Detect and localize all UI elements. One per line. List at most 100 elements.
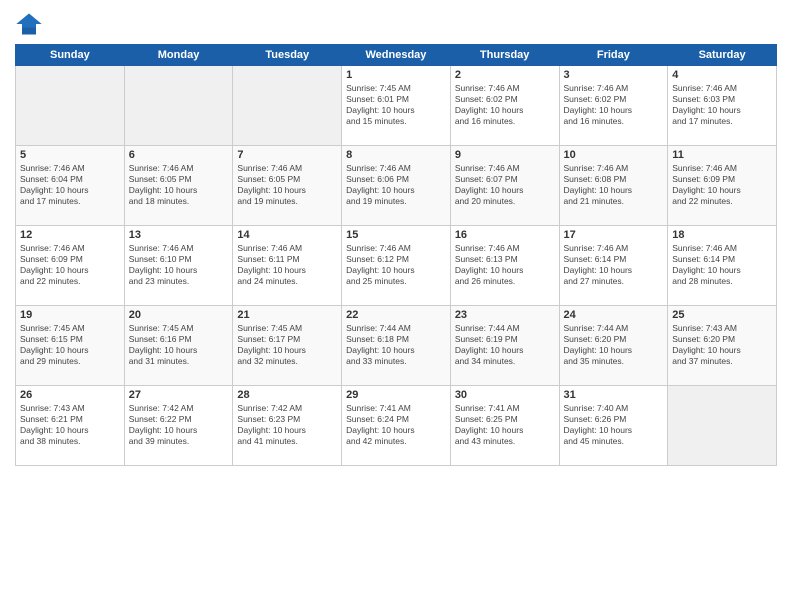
day-number: 20 bbox=[129, 309, 229, 321]
calendar-cell bbox=[124, 66, 233, 146]
day-number: 2 bbox=[455, 69, 555, 81]
day-info: Sunrise: 7:45 AM Sunset: 6:01 PM Dayligh… bbox=[346, 83, 446, 127]
day-number: 25 bbox=[672, 309, 772, 321]
calendar-header-friday: Friday bbox=[559, 45, 668, 66]
calendar-cell: 1 Sunrise: 7:45 AM Sunset: 6:01 PM Daylig… bbox=[342, 66, 451, 146]
day-info: Sunrise: 7:44 AM Sunset: 6:19 PM Dayligh… bbox=[455, 323, 555, 367]
day-number: 16 bbox=[455, 229, 555, 241]
day-info: Sunrise: 7:46 AM Sunset: 6:12 PM Dayligh… bbox=[346, 243, 446, 287]
day-info: Sunrise: 7:46 AM Sunset: 6:14 PM Dayligh… bbox=[564, 243, 664, 287]
day-info: Sunrise: 7:43 AM Sunset: 6:20 PM Dayligh… bbox=[672, 323, 772, 367]
day-number: 13 bbox=[129, 229, 229, 241]
calendar-cell: 22 Sunrise: 7:44 AM Sunset: 6:18 PM Dayli… bbox=[342, 306, 451, 386]
calendar-week-3: 12Sunrise: 7:46 AM Sunset: 6:09 PM Dayli… bbox=[16, 226, 777, 306]
calendar-cell: 26Sunrise: 7:43 AM Sunset: 6:21 PM Dayli… bbox=[16, 386, 125, 466]
day-info: Sunrise: 7:44 AM Sunset: 6:20 PM Dayligh… bbox=[564, 323, 664, 367]
calendar-cell: 9Sunrise: 7:46 AM Sunset: 6:07 PM Daylig… bbox=[450, 146, 559, 226]
calendar-week-1: 1 Sunrise: 7:45 AM Sunset: 6:01 PM Daylig… bbox=[16, 66, 777, 146]
day-number: 3 bbox=[564, 69, 664, 81]
calendar-cell: 18 Sunrise: 7:46 AM Sunset: 6:14 PM Dayli… bbox=[668, 226, 777, 306]
day-info: Sunrise: 7:46 AM Sunset: 6:05 PM Dayligh… bbox=[237, 163, 337, 207]
day-number: 11 bbox=[672, 149, 772, 161]
calendar: SundayMondayTuesdayWednesdayThursdayFrid… bbox=[15, 44, 777, 466]
day-number: 19 bbox=[20, 309, 120, 321]
calendar-week-5: 26Sunrise: 7:43 AM Sunset: 6:21 PM Dayli… bbox=[16, 386, 777, 466]
calendar-cell: 20 Sunrise: 7:45 AM Sunset: 6:16 PM Dayli… bbox=[124, 306, 233, 386]
calendar-header-wednesday: Wednesday bbox=[342, 45, 451, 66]
calendar-cell bbox=[16, 66, 125, 146]
calendar-cell: 29Sunrise: 7:41 AM Sunset: 6:24 PM Dayli… bbox=[342, 386, 451, 466]
day-info: Sunrise: 7:46 AM Sunset: 6:03 PM Dayligh… bbox=[672, 83, 772, 127]
logo bbox=[15, 10, 47, 38]
day-number: 18 bbox=[672, 229, 772, 241]
calendar-cell: 31Sunrise: 7:40 AM Sunset: 6:26 PM Dayli… bbox=[559, 386, 668, 466]
day-number: 22 bbox=[346, 309, 446, 321]
calendar-cell: 12Sunrise: 7:46 AM Sunset: 6:09 PM Dayli… bbox=[16, 226, 125, 306]
day-number: 14 bbox=[237, 229, 337, 241]
day-info: Sunrise: 7:46 AM Sunset: 6:10 PM Dayligh… bbox=[129, 243, 229, 287]
calendar-header-saturday: Saturday bbox=[668, 45, 777, 66]
calendar-cell: 3 Sunrise: 7:46 AM Sunset: 6:02 PM Daylig… bbox=[559, 66, 668, 146]
day-info: Sunrise: 7:46 AM Sunset: 6:02 PM Dayligh… bbox=[455, 83, 555, 127]
day-number: 17 bbox=[564, 229, 664, 241]
day-number: 28 bbox=[237, 389, 337, 401]
day-number: 30 bbox=[455, 389, 555, 401]
calendar-cell: 15 Sunrise: 7:46 AM Sunset: 6:12 PM Dayli… bbox=[342, 226, 451, 306]
day-info: Sunrise: 7:40 AM Sunset: 6:26 PM Dayligh… bbox=[564, 403, 664, 447]
day-info: Sunrise: 7:46 AM Sunset: 6:02 PM Dayligh… bbox=[564, 83, 664, 127]
day-number: 4 bbox=[672, 69, 772, 81]
calendar-cell: 27 Sunrise: 7:42 AM Sunset: 6:22 PM Dayli… bbox=[124, 386, 233, 466]
calendar-cell: 10 Sunrise: 7:46 AM Sunset: 6:08 PM Dayli… bbox=[559, 146, 668, 226]
calendar-cell: 13 Sunrise: 7:46 AM Sunset: 6:10 PM Dayli… bbox=[124, 226, 233, 306]
day-info: Sunrise: 7:46 AM Sunset: 6:05 PM Dayligh… bbox=[129, 163, 229, 207]
day-number: 10 bbox=[564, 149, 664, 161]
calendar-cell: 16Sunrise: 7:46 AM Sunset: 6:13 PM Dayli… bbox=[450, 226, 559, 306]
day-info: Sunrise: 7:46 AM Sunset: 6:06 PM Dayligh… bbox=[346, 163, 446, 207]
calendar-cell: 5 Sunrise: 7:46 AM Sunset: 6:04 PM Daylig… bbox=[16, 146, 125, 226]
calendar-cell: 25 Sunrise: 7:43 AM Sunset: 6:20 PM Dayli… bbox=[668, 306, 777, 386]
day-info: Sunrise: 7:45 AM Sunset: 6:16 PM Dayligh… bbox=[129, 323, 229, 367]
day-info: Sunrise: 7:42 AM Sunset: 6:22 PM Dayligh… bbox=[129, 403, 229, 447]
calendar-cell: 17 Sunrise: 7:46 AM Sunset: 6:14 PM Dayli… bbox=[559, 226, 668, 306]
day-info: Sunrise: 7:46 AM Sunset: 6:09 PM Dayligh… bbox=[672, 163, 772, 207]
calendar-cell bbox=[233, 66, 342, 146]
day-info: Sunrise: 7:42 AM Sunset: 6:23 PM Dayligh… bbox=[237, 403, 337, 447]
calendar-cell: 8 Sunrise: 7:46 AM Sunset: 6:06 PM Daylig… bbox=[342, 146, 451, 226]
header bbox=[15, 10, 777, 38]
day-number: 15 bbox=[346, 229, 446, 241]
day-info: Sunrise: 7:46 AM Sunset: 6:08 PM Dayligh… bbox=[564, 163, 664, 207]
day-number: 5 bbox=[20, 149, 120, 161]
day-info: Sunrise: 7:44 AM Sunset: 6:18 PM Dayligh… bbox=[346, 323, 446, 367]
calendar-cell: 23 Sunrise: 7:44 AM Sunset: 6:19 PM Dayli… bbox=[450, 306, 559, 386]
day-number: 24 bbox=[564, 309, 664, 321]
calendar-cell: 11 Sunrise: 7:46 AM Sunset: 6:09 PM Dayli… bbox=[668, 146, 777, 226]
day-info: Sunrise: 7:45 AM Sunset: 6:15 PM Dayligh… bbox=[20, 323, 120, 367]
calendar-header-thursday: Thursday bbox=[450, 45, 559, 66]
day-info: Sunrise: 7:46 AM Sunset: 6:04 PM Dayligh… bbox=[20, 163, 120, 207]
day-number: 1 bbox=[346, 69, 446, 81]
day-number: 27 bbox=[129, 389, 229, 401]
calendar-cell bbox=[668, 386, 777, 466]
calendar-header-monday: Monday bbox=[124, 45, 233, 66]
day-info: Sunrise: 7:46 AM Sunset: 6:14 PM Dayligh… bbox=[672, 243, 772, 287]
calendar-cell: 24 Sunrise: 7:44 AM Sunset: 6:20 PM Dayli… bbox=[559, 306, 668, 386]
calendar-cell: 2 Sunrise: 7:46 AM Sunset: 6:02 PM Daylig… bbox=[450, 66, 559, 146]
calendar-header-tuesday: Tuesday bbox=[233, 45, 342, 66]
day-number: 23 bbox=[455, 309, 555, 321]
day-info: Sunrise: 7:46 AM Sunset: 6:11 PM Dayligh… bbox=[237, 243, 337, 287]
day-number: 7 bbox=[237, 149, 337, 161]
calendar-cell: 14 Sunrise: 7:46 AM Sunset: 6:11 PM Dayli… bbox=[233, 226, 342, 306]
calendar-header-sunday: Sunday bbox=[16, 45, 125, 66]
page: SundayMondayTuesdayWednesdayThursdayFrid… bbox=[0, 0, 792, 612]
day-number: 29 bbox=[346, 389, 446, 401]
calendar-cell: 19 Sunrise: 7:45 AM Sunset: 6:15 PM Dayli… bbox=[16, 306, 125, 386]
day-info: Sunrise: 7:46 AM Sunset: 6:09 PM Dayligh… bbox=[20, 243, 120, 287]
day-number: 26 bbox=[20, 389, 120, 401]
day-number: 8 bbox=[346, 149, 446, 161]
calendar-cell: 7 Sunrise: 7:46 AM Sunset: 6:05 PM Daylig… bbox=[233, 146, 342, 226]
calendar-cell: 28 Sunrise: 7:42 AM Sunset: 6:23 PM Dayli… bbox=[233, 386, 342, 466]
calendar-week-4: 19 Sunrise: 7:45 AM Sunset: 6:15 PM Dayli… bbox=[16, 306, 777, 386]
day-info: Sunrise: 7:45 AM Sunset: 6:17 PM Dayligh… bbox=[237, 323, 337, 367]
calendar-cell: 4 Sunrise: 7:46 AM Sunset: 6:03 PM Daylig… bbox=[668, 66, 777, 146]
logo-icon bbox=[15, 10, 43, 38]
